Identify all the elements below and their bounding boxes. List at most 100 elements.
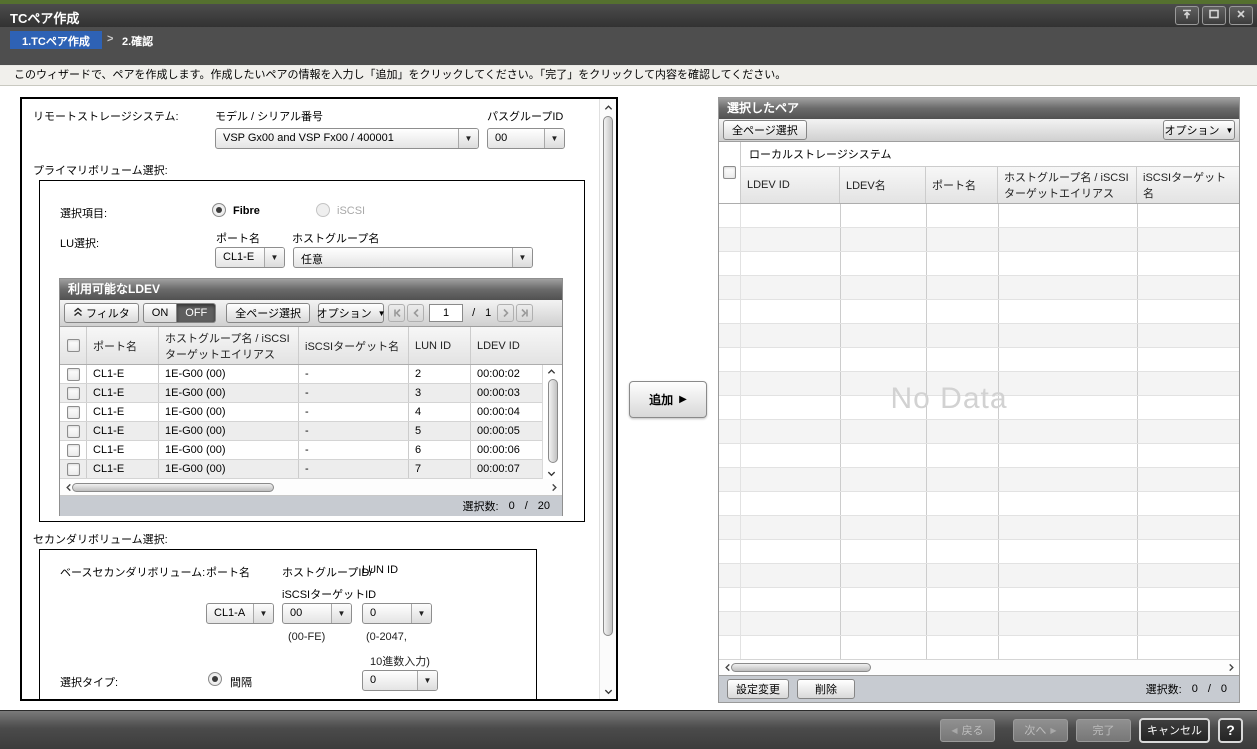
select-item-label: 選択項目: (60, 205, 107, 221)
step-tab-create-pair[interactable]: 1.TCペア作成 (10, 31, 102, 49)
scrollbar-thumb[interactable] (731, 663, 871, 672)
column-header: LDEV名 (840, 167, 926, 203)
iscsi-radio[interactable] (316, 203, 330, 217)
row-checkbox[interactable] (67, 463, 80, 476)
row-checkbox[interactable] (67, 425, 80, 438)
scrollbar-thumb[interactable] (72, 483, 274, 492)
filter-on-button[interactable]: ON (143, 303, 178, 323)
sec-port-name-select[interactable]: CL1-A ▼ (206, 603, 274, 624)
add-button[interactable]: 追加 ▶ (629, 381, 707, 418)
sec-host-group-id-select[interactable]: 00 ▼ (282, 603, 352, 624)
row-checkbox[interactable] (67, 444, 80, 457)
host-group-range-hint: (00-FE) (288, 631, 325, 643)
table-row: CL1-E 1E-G00 (00) - 4 00:00:04 (60, 403, 542, 422)
empty-table-row (719, 444, 1239, 468)
total-count: 0 (1221, 683, 1227, 695)
total-count: 20 (538, 500, 550, 512)
select-all-checkbox[interactable] (723, 166, 736, 179)
column-header: LDEV ID (741, 167, 840, 203)
filter-icon (73, 307, 86, 320)
maximize-button[interactable] (1202, 6, 1226, 25)
model-serial-select[interactable]: VSP Gx00 and VSP Fx00 / 400001 ▼ (215, 128, 479, 149)
chevron-down-icon: ▼ (264, 248, 284, 267)
scroll-right-icon[interactable] (1225, 661, 1237, 673)
arrow-right-icon: ▶ (1050, 726, 1056, 735)
select-all-pages-button[interactable]: 全ページ選択 (723, 120, 807, 140)
scrollbar-thumb[interactable] (548, 379, 558, 463)
filter-button[interactable]: フィルタ (64, 303, 139, 323)
empty-table-row (719, 636, 1239, 659)
table-row: CL1-E 1E-G00 (00) - 7 00:00:07 (60, 460, 542, 479)
fibre-radio[interactable] (212, 203, 226, 217)
filter-on-off-toggle: ON OFF (143, 303, 217, 323)
close-button[interactable] (1229, 6, 1253, 25)
last-page-button[interactable] (516, 304, 533, 322)
pin-icon (1181, 8, 1193, 23)
iscsi-label: iSCSI (337, 205, 365, 217)
host-group-name-select[interactable]: 任意 ▼ (293, 247, 533, 268)
next-page-button[interactable] (497, 304, 514, 322)
remote-storage-label: リモートストレージシステム: (33, 108, 179, 124)
finish-button[interactable]: 完了 (1076, 719, 1131, 742)
maximize-icon (1208, 8, 1220, 23)
model-serial-label: モデル / シリアル番号 (215, 108, 323, 124)
scroll-up-icon[interactable] (602, 101, 614, 113)
table-row: CL1-E 1E-G00 (00) - 3 00:00:03 (60, 384, 542, 403)
row-checkbox[interactable] (67, 368, 80, 381)
chevron-down-icon: ▼ (512, 248, 532, 267)
page-number-input[interactable] (429, 304, 463, 322)
change-settings-button[interactable]: 設定変更 (727, 679, 789, 699)
panel-vertical-scrollbar[interactable] (599, 99, 616, 699)
options-button[interactable]: オプション ▼ (1163, 120, 1235, 140)
empty-table-row (719, 468, 1239, 492)
first-page-button[interactable] (388, 304, 405, 322)
fibre-label: Fibre (233, 205, 260, 217)
previous-page-button[interactable] (407, 304, 424, 322)
scroll-right-icon[interactable] (548, 481, 560, 493)
cancel-button[interactable]: キャンセル (1139, 718, 1210, 743)
select-all-pages-button[interactable]: 全ページ選択 (226, 303, 310, 323)
pin-button[interactable] (1175, 6, 1199, 25)
delete-button[interactable]: 削除 (797, 679, 855, 699)
sec-lun-id-select[interactable]: 0 ▼ (362, 603, 432, 624)
empty-table-row (719, 516, 1239, 540)
empty-table-row (719, 252, 1239, 276)
no-data-watermark: No Data (719, 382, 1179, 416)
base-secondary-label: ベースセカンダリボリューム: (60, 564, 205, 580)
main-area: リモートストレージシステム: モデル / シリアル番号 パスグループID VSP… (0, 86, 1257, 710)
column-header: ポート名 (87, 327, 159, 364)
row-checkbox[interactable] (67, 406, 80, 419)
path-group-select[interactable]: 00 ▼ (487, 128, 565, 149)
chevron-down-icon: ▼ (411, 604, 431, 623)
scrollbar-thumb[interactable] (603, 116, 613, 636)
path-group-label: パスグループID (487, 108, 563, 124)
step-tab-confirm: 2.確認 (122, 33, 153, 49)
select-all-checkbox[interactable] (67, 339, 80, 352)
selected-count-label: 選択数: (1146, 681, 1182, 697)
close-icon (1235, 8, 1247, 23)
port-name-select[interactable]: CL1-E ▼ (215, 247, 285, 268)
page-separator: / (472, 307, 475, 319)
back-button[interactable]: ◀ 戻る (940, 719, 995, 742)
scroll-down-icon[interactable] (545, 467, 557, 479)
page-total: 1 (485, 307, 491, 319)
options-button[interactable]: オプション ▼ (318, 303, 384, 323)
host-group-name-label: ホストグループ名 (292, 230, 379, 246)
interval-select[interactable]: 0 ▼ (362, 670, 438, 691)
table-horizontal-scrollbar[interactable] (719, 659, 1239, 675)
next-button[interactable]: 次へ ▶ (1013, 719, 1068, 742)
help-button[interactable]: ? (1218, 718, 1243, 743)
wizard-steps: 1.TCペア作成 > 2.確認 (0, 27, 1257, 65)
table-vertical-scrollbar[interactable] (542, 365, 562, 479)
scroll-down-icon[interactable] (602, 685, 614, 697)
row-checkbox[interactable] (67, 387, 80, 400)
filter-off-button[interactable]: OFF (177, 303, 216, 323)
scroll-up-icon[interactable] (545, 365, 557, 377)
table-row: CL1-E 1E-G00 (00) - 5 00:00:05 (60, 422, 542, 441)
wizard-footer: ◀ 戻る 次へ ▶ 完了 キャンセル ? (0, 710, 1257, 749)
pair-settings-panel: リモートストレージシステム: モデル / シリアル番号 パスグループID VSP… (20, 97, 618, 701)
interval-radio[interactable] (208, 672, 222, 686)
chevron-down-icon: ▼ (1226, 126, 1234, 135)
arrow-right-icon: ▶ (679, 394, 687, 405)
table-horizontal-scrollbar[interactable] (60, 479, 562, 496)
